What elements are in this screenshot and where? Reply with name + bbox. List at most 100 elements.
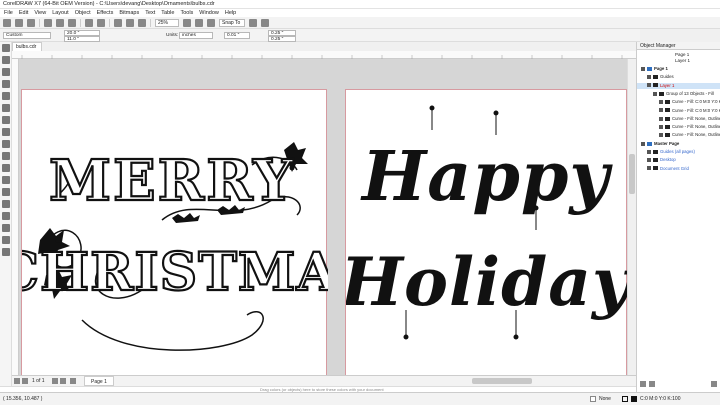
menu-table[interactable]: Table bbox=[161, 9, 174, 17]
object-tree-row[interactable]: Document Grid bbox=[637, 166, 720, 172]
drop-shadow-icon[interactable] bbox=[2, 188, 10, 196]
new-layer-icon[interactable] bbox=[640, 381, 646, 387]
eyedropper-icon[interactable] bbox=[2, 212, 10, 220]
fill-none-icon[interactable] bbox=[590, 396, 596, 402]
visibility-eye-icon[interactable] bbox=[653, 91, 657, 96]
horizontal-ruler[interactable] bbox=[12, 51, 636, 59]
ellipse-tool-icon[interactable] bbox=[2, 128, 10, 136]
paste-icon[interactable] bbox=[68, 18, 76, 27]
menu-layout[interactable]: Layout bbox=[52, 9, 69, 17]
polygon-tool-icon[interactable] bbox=[2, 140, 10, 148]
object-tree-row[interactable]: Guides (all pages) bbox=[637, 149, 720, 155]
menu-file[interactable]: File bbox=[4, 9, 13, 17]
first-page-icon[interactable] bbox=[14, 378, 20, 384]
zoom-level-select[interactable]: 25% bbox=[155, 18, 179, 27]
new-master-layer-icon[interactable] bbox=[649, 381, 655, 387]
cut-icon[interactable] bbox=[44, 18, 52, 27]
visibility-eye-icon[interactable] bbox=[659, 124, 663, 129]
vertical-scrollbar[interactable] bbox=[627, 59, 635, 375]
object-tree-row[interactable]: Guides bbox=[637, 74, 720, 80]
shape-tool-icon[interactable] bbox=[2, 56, 10, 64]
smart-fill-icon[interactable] bbox=[2, 236, 10, 244]
pick-tool-icon[interactable] bbox=[2, 44, 10, 52]
menu-view[interactable]: View bbox=[34, 9, 46, 17]
open-icon[interactable] bbox=[15, 18, 23, 27]
object-tree-row[interactable]: Group of 13 Objects - Fill bbox=[637, 91, 720, 97]
undo-icon[interactable] bbox=[85, 18, 93, 27]
menu-effects[interactable]: Effects bbox=[97, 9, 114, 17]
connector-tool-icon[interactable] bbox=[2, 176, 10, 184]
page-right[interactable]: Happy Holiday bbox=[339, 89, 627, 375]
object-tree-row[interactable]: Curve - Fill: C:0 M:0 Y:0 K:100 bbox=[637, 108, 720, 114]
object-tree-row[interactable]: Curve - Fill: C:0 M:0 Y:0 K:100 bbox=[637, 99, 720, 105]
merry-christmas-artwork[interactable]: MERRY CHRISTMAS bbox=[19, 90, 376, 375]
nudge-distance-input[interactable]: 0.01 " bbox=[224, 32, 250, 39]
object-tree-row[interactable]: Layer 1 bbox=[637, 82, 720, 89]
visibility-eye-icon[interactable] bbox=[647, 75, 651, 80]
menu-object[interactable]: Object bbox=[75, 9, 91, 17]
export-icon[interactable] bbox=[126, 18, 134, 27]
page-tab[interactable]: Page 1 bbox=[84, 376, 114, 386]
visibility-eye-icon[interactable] bbox=[641, 66, 645, 71]
happy-holiday-artwork[interactable]: Happy Holiday bbox=[339, 90, 627, 375]
copy-icon[interactable] bbox=[56, 18, 64, 27]
redo-icon[interactable] bbox=[97, 18, 105, 27]
rectangle-tool-icon[interactable] bbox=[2, 116, 10, 124]
menu-tools[interactable]: Tools bbox=[180, 9, 193, 17]
full-screen-icon[interactable] bbox=[183, 18, 191, 27]
previous-page-icon[interactable] bbox=[22, 378, 28, 384]
zoom-tool-icon[interactable] bbox=[2, 80, 10, 88]
menu-help[interactable]: Help bbox=[225, 9, 236, 17]
next-page-icon[interactable] bbox=[52, 378, 58, 384]
save-icon[interactable] bbox=[27, 18, 35, 27]
page-height-input[interactable]: 11.0 " bbox=[64, 36, 100, 42]
options-gear-icon[interactable] bbox=[249, 18, 257, 27]
last-page-icon[interactable] bbox=[60, 378, 66, 384]
page-left[interactable]: MERRY CHRISTMAS bbox=[19, 89, 376, 375]
freehand-tool-icon[interactable] bbox=[2, 92, 10, 100]
document-tab[interactable]: bulbs.cdr bbox=[12, 42, 42, 51]
delete-icon[interactable] bbox=[711, 381, 717, 387]
parallel-dimension-icon[interactable] bbox=[2, 164, 10, 172]
object-tree-row[interactable]: Master Page bbox=[637, 141, 720, 147]
object-tree-row[interactable]: Desktop bbox=[637, 157, 720, 163]
page-preset-select[interactable]: Custom bbox=[3, 32, 51, 39]
visibility-eye-icon[interactable] bbox=[647, 149, 651, 154]
publish-pdf-icon[interactable] bbox=[138, 18, 146, 27]
rulers-icon[interactable] bbox=[195, 18, 203, 27]
visibility-eye-icon[interactable] bbox=[659, 100, 663, 105]
visibility-eye-icon[interactable] bbox=[641, 141, 645, 146]
horizontal-scroll-thumb[interactable] bbox=[472, 378, 532, 384]
drawing-canvas[interactable]: MERRY CHRISTMAS Happy Holiday bbox=[19, 59, 627, 375]
visibility-eye-icon[interactable] bbox=[647, 158, 651, 163]
menu-window[interactable]: Window bbox=[199, 9, 219, 17]
object-tree-row[interactable]: Curve - Fill: None, Outline bbox=[637, 124, 720, 130]
artistic-media-icon[interactable] bbox=[2, 104, 10, 112]
transparency-tool-icon[interactable] bbox=[2, 200, 10, 208]
grid-icon[interactable] bbox=[207, 18, 215, 27]
outline-color-swatch[interactable] bbox=[631, 396, 637, 402]
vertical-scroll-thumb[interactable] bbox=[629, 154, 635, 194]
object-tree-row[interactable]: Page 1 bbox=[637, 66, 720, 72]
launch-icon[interactable] bbox=[261, 18, 269, 27]
outline-pen-status-icon[interactable] bbox=[622, 396, 628, 402]
interactive-fill-icon[interactable] bbox=[2, 224, 10, 232]
menu-edit[interactable]: Edit bbox=[19, 9, 28, 17]
visibility-eye-icon[interactable] bbox=[647, 166, 651, 171]
object-tree-row[interactable]: Curve - Fill: None, Outline bbox=[637, 132, 720, 138]
import-icon[interactable] bbox=[114, 18, 122, 27]
outline-pen-icon[interactable] bbox=[2, 248, 10, 256]
visibility-eye-icon[interactable] bbox=[659, 116, 663, 121]
duplicate-distance-y-input[interactable]: 0.25 " bbox=[268, 36, 296, 42]
text-tool-icon[interactable] bbox=[2, 152, 10, 160]
menu-bitmaps[interactable]: Bitmaps bbox=[119, 9, 139, 17]
new-document-icon[interactable] bbox=[3, 18, 11, 27]
visibility-eye-icon[interactable] bbox=[659, 108, 663, 113]
visibility-eye-icon[interactable] bbox=[647, 83, 651, 88]
snap-to-dropdown[interactable]: Snap To bbox=[219, 18, 245, 27]
object-tree-row[interactable]: Curve - Fill: None, Outline bbox=[637, 116, 720, 122]
add-page-icon[interactable] bbox=[70, 378, 76, 384]
vertical-ruler[interactable] bbox=[12, 59, 19, 375]
menu-text[interactable]: Text bbox=[145, 9, 155, 17]
visibility-eye-icon[interactable] bbox=[659, 133, 663, 138]
